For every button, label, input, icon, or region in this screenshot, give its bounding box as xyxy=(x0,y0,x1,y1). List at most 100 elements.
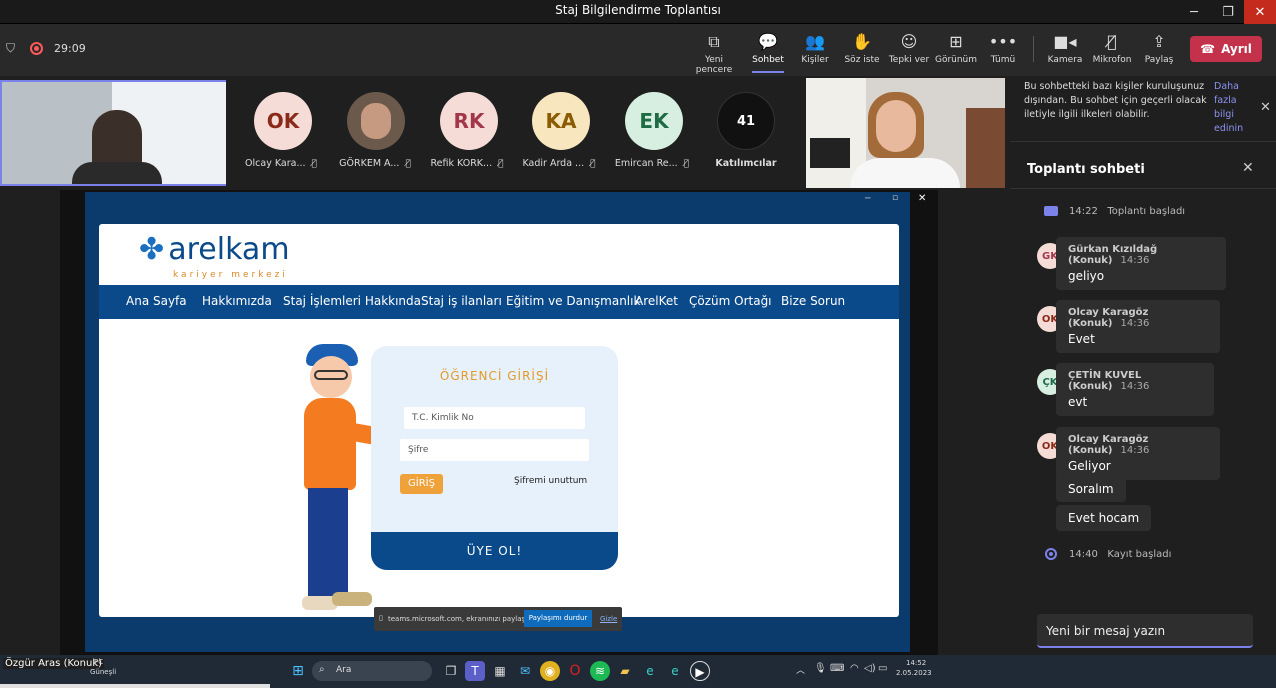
pop-out-button[interactable]: ⧉ Yeni pencere xyxy=(686,32,742,75)
nav-about[interactable]: Hakkımızda xyxy=(202,294,272,308)
meeting-timer: 29:09 xyxy=(54,42,86,55)
teams-icon[interactable]: T xyxy=(465,661,485,681)
edge-dev-icon[interactable]: e xyxy=(665,661,685,681)
nav-arelket[interactable]: ArelKet xyxy=(635,294,678,308)
weather-label: PC xyxy=(94,658,104,666)
recording-started-note: 14:40 Kayıt başladı xyxy=(1069,549,1172,560)
share-icon: ⇪ xyxy=(1152,32,1166,51)
chat-title: Toplantı sohbeti xyxy=(1027,162,1145,177)
login-title: ÖĞRENCİ GİRİŞİ xyxy=(439,369,550,383)
participant-avatar-photo[interactable] xyxy=(347,92,405,150)
taskbar-time[interactable]: 14:52 xyxy=(906,659,926,667)
nav-internship-procedures[interactable]: Staj İşlemleri Hakkında xyxy=(283,294,421,308)
wifi-icon[interactable]: ◠ xyxy=(850,663,859,674)
search-icon: ⌕ xyxy=(319,664,325,675)
spotify-icon[interactable]: ≋ xyxy=(590,661,610,681)
mic-off-icon: 🎙̸ xyxy=(311,159,317,169)
external-notice: Bu sohbetteki bazı kişiler kuruluşunuz d… xyxy=(1024,81,1207,120)
pop-out-icon: ⧉ xyxy=(708,32,720,51)
window-title: Staj Bilgilendirme Toplantısı xyxy=(555,3,721,17)
restore-icon[interactable]: ❐ xyxy=(1210,0,1246,24)
password-input[interactable]: Şifre xyxy=(400,439,589,461)
register-button[interactable]: ÜYE OL! xyxy=(371,532,618,570)
windows-start-icon[interactable]: ⊞ xyxy=(288,661,308,681)
chat-input[interactable]: Yeni bir mesaj yazın xyxy=(1037,614,1253,648)
presenter-video[interactable] xyxy=(806,78,1005,188)
participant-name: Emircan Re... 🎙̸ xyxy=(614,158,690,169)
site-logo[interactable]: ✤ arelkam kariyer merkezi xyxy=(139,232,290,280)
chat-message-followup: Evet hocam xyxy=(1056,505,1152,531)
mail-icon[interactable]: ✉ xyxy=(515,661,535,681)
participants-label: Katılımcılar xyxy=(715,158,777,169)
media-player-icon[interactable]: ▶ xyxy=(690,661,710,681)
file-explorer-icon[interactable]: ▰ xyxy=(615,661,635,681)
nav-ask[interactable]: Bize Sorun xyxy=(781,294,845,308)
tray-chevron-icon[interactable]: ︿ xyxy=(796,663,805,676)
participant-avatar[interactable]: OK xyxy=(254,92,312,150)
volume-icon[interactable]: ◁) xyxy=(864,663,876,674)
chat-message: Gürkan Kızıldağ (Konuk) 14:36 geliyo xyxy=(1056,237,1226,290)
participant-avatar[interactable]: KA xyxy=(532,92,590,150)
participant-name: Olcay Kara... 🎙̸ xyxy=(245,158,317,169)
edge-icon[interactable]: e xyxy=(640,661,660,681)
close-chat-icon[interactable]: ✕ xyxy=(1242,160,1254,176)
leave-button[interactable]: ☎ Ayrıl xyxy=(1190,36,1262,62)
taskbar-search[interactable]: ⌕ Ara xyxy=(312,661,432,681)
chat-message: ÇETİN KUVEL (Konuk) 14:36 evt xyxy=(1056,363,1214,416)
share-button[interactable]: ⇪ Paylaş xyxy=(1131,32,1187,65)
chrome-icon[interactable]: ◉ xyxy=(540,661,560,681)
tc-input[interactable]: T.C. Kimlik No xyxy=(404,407,585,429)
share-indicator-icon: ▯ xyxy=(379,614,383,622)
chat-message-followup: Soralım xyxy=(1056,476,1126,502)
weather-text: Güneşli xyxy=(90,668,117,676)
chat-message: Olcay Karagöz (Konuk) 14:36 Evet xyxy=(1056,300,1220,353)
participant-avatar[interactable]: EK xyxy=(625,92,683,150)
opera-icon[interactable]: O xyxy=(565,661,585,681)
close-icon[interactable]: ✕ xyxy=(1244,0,1276,24)
min-icon: ─ xyxy=(865,194,871,204)
mic-off-icon: 🎙̸ xyxy=(498,159,504,169)
progress-strip xyxy=(0,684,270,688)
learn-more-link[interactable]: Daha fazla bilgi edinin xyxy=(1214,80,1254,136)
tray-mic-icon[interactable]: 🎙 xyxy=(814,663,827,674)
share-notification: ▯ teams.microsoft.com, ekranınızı paylaş… xyxy=(374,607,622,631)
more-icon: ••• xyxy=(988,32,1018,51)
login-button[interactable]: GİRİŞ xyxy=(400,474,443,494)
battery-icon[interactable]: ▭ xyxy=(878,663,887,674)
minimize-icon[interactable]: ─ xyxy=(1176,0,1212,24)
taskbar-date[interactable]: 2.05.2023 xyxy=(896,669,932,677)
restore-icon: ▫ xyxy=(892,193,899,203)
nav-partners[interactable]: Çözüm Ortağı xyxy=(689,294,772,308)
task-view-icon[interactable]: ❐ xyxy=(441,661,461,681)
calculator-icon[interactable]: ▦ xyxy=(490,661,510,681)
meeting-toolbar: ⛉ 29:09 ⧉ Yeni pencere 💬 Sohbet 👥 Kişiler ✋… xyxy=(0,24,1276,76)
record-icon xyxy=(30,42,43,55)
participant-count[interactable]: 41 xyxy=(717,92,775,150)
participant-avatar[interactable]: RK xyxy=(440,92,498,150)
participant-name: GÖRKEM A... 🎙̸ xyxy=(339,158,411,169)
toolbar-divider xyxy=(1033,36,1034,62)
hide-link[interactable]: Gizle xyxy=(600,615,617,623)
meeting-started-note: 14:22 Toplantı başladı xyxy=(1069,206,1186,217)
chat-message: Olcay Karagöz (Konuk) 14:36 Geliyor xyxy=(1056,427,1220,480)
forgot-password-link[interactable]: Şifremi unuttum xyxy=(514,476,587,486)
nav-internship-listings[interactable]: Staj iş ilanları xyxy=(421,294,502,308)
recording-icon xyxy=(1045,548,1057,560)
nav-home[interactable]: Ana Sayfa xyxy=(126,294,187,308)
more-button[interactable]: ••• Tümü xyxy=(975,32,1031,65)
nav-training[interactable]: Eğitim ve Danışmanlık xyxy=(506,294,640,308)
participant-strip: OK Olcay Kara... 🎙̸ GÖRKEM A... 🎙̸ RK Refi… xyxy=(0,76,1010,188)
stop-sharing-button[interactable]: Paylaşımı durdur xyxy=(524,610,592,627)
mic-off-icon: 🎙̸ xyxy=(405,159,411,169)
shield-icon: ⛉ xyxy=(6,41,16,55)
student-illustration xyxy=(296,340,423,620)
logo-mark-icon: ✤ xyxy=(139,232,164,267)
meeting-started-icon xyxy=(1044,206,1058,216)
close-notice-icon[interactable]: ✕ xyxy=(1260,100,1271,115)
participant-name: Refik KORK... 🎙̸ xyxy=(430,158,504,169)
self-video[interactable] xyxy=(0,80,226,186)
close-icon: ✕ xyxy=(918,193,927,204)
phone-icon: ☎ xyxy=(1200,42,1216,56)
mic-off-icon: 🎙̸ xyxy=(683,159,690,169)
tray-keyboard-icon[interactable]: ⌨ xyxy=(830,663,844,674)
